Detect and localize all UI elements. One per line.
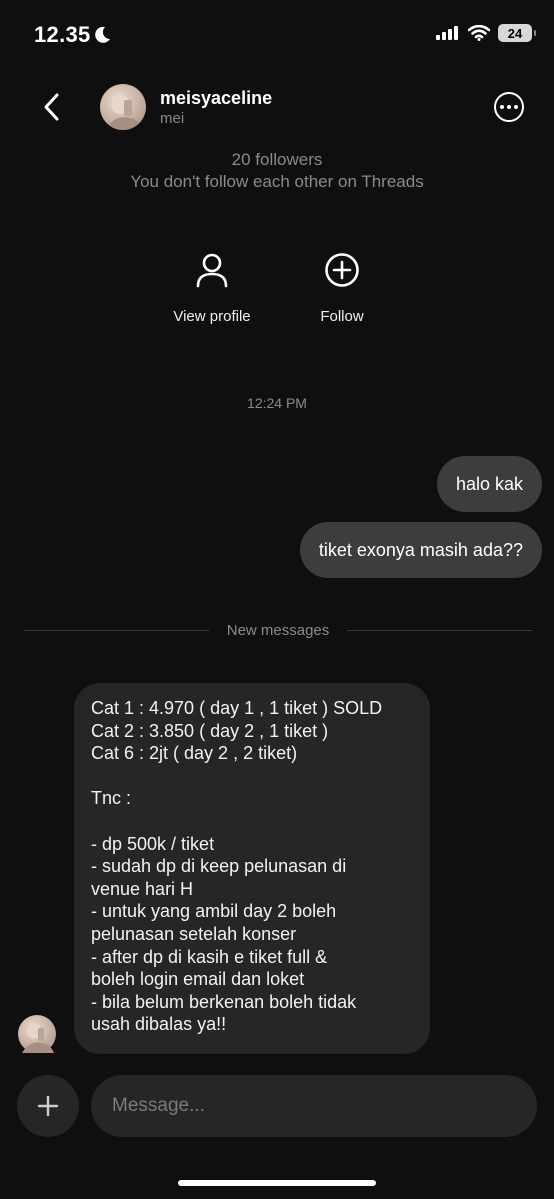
outgoing-message[interactable]: tiket exonya masih ada??	[299, 522, 542, 578]
message-line: usah dibalas ya!!	[91, 1014, 227, 1035]
plus-circle-icon	[325, 253, 359, 287]
message-composer[interactable]	[91, 1075, 537, 1137]
contact-username[interactable]: meisyaceline	[160, 88, 272, 109]
person-icon	[196, 253, 228, 288]
follower-count: 20 followers	[231, 150, 323, 169]
message-line	[91, 810, 413, 833]
add-attachment-button[interactable]	[17, 1075, 79, 1137]
outgoing-message[interactable]: halo kak	[436, 456, 542, 512]
message-line: Cat 6 : 2jt ( day 2 , 2 tiket)	[91, 743, 298, 764]
view-profile-label: View profile	[173, 308, 251, 325]
message-line: - dp 500k / tiket	[91, 833, 215, 854]
message-line: Cat 1 : 4.970 ( day 1 , 1 tiket ) SOLD	[91, 698, 383, 718]
wifi-icon	[468, 25, 490, 41]
message-timestamp: 12:24 PM	[247, 395, 307, 411]
contact-display-name: mei	[160, 110, 185, 127]
new-messages-divider: New messages	[24, 622, 533, 639]
status-time: 12.35	[34, 22, 111, 48]
avatar[interactable]	[100, 84, 146, 130]
message-line: boleh login email dan loket	[91, 969, 305, 990]
sender-avatar[interactable]	[18, 1015, 56, 1053]
cellular-signal-icon	[436, 26, 458, 40]
more-dot-icon	[507, 105, 511, 109]
battery-indicator: 24	[498, 24, 536, 42]
message-line: Cat 2 : 3.850 ( day 2 , 1 tiket )	[91, 720, 329, 741]
message-line: - after dp di kasih e tiket full &	[91, 946, 328, 967]
message-line: - untuk yang ambil day 2 boleh	[91, 901, 337, 922]
more-dot-icon	[500, 105, 504, 109]
divider-line	[347, 630, 533, 631]
plus-icon	[37, 1095, 59, 1117]
more-options-button[interactable]	[494, 92, 524, 122]
moon-icon	[94, 26, 110, 43]
message-line: pelunasan setelah konser	[91, 923, 297, 944]
clock-text: 12.35	[34, 22, 91, 47]
message-line: - bila belum berkenan boleh tidak	[91, 991, 357, 1012]
divider-line	[24, 630, 209, 631]
view-profile-button[interactable]: View profile	[152, 250, 272, 325]
message-line: venue hari H	[91, 878, 194, 899]
home-indicator[interactable]	[178, 1180, 376, 1186]
new-messages-label: New messages	[226, 622, 330, 639]
message-line: Tnc :	[91, 788, 132, 809]
incoming-message[interactable]: Cat 1 : 4.970 ( day 1 , 1 tiket ) SOLD C…	[74, 683, 430, 1054]
message-line: - sudah dp di keep pelunasan di	[91, 856, 347, 877]
follow-button[interactable]: Follow	[282, 250, 402, 325]
message-line	[91, 765, 413, 788]
back-button[interactable]	[36, 90, 66, 124]
message-input[interactable]	[110, 1094, 537, 1118]
mutual-status: You don't follow each other on Threads	[130, 172, 424, 191]
more-dot-icon	[514, 105, 518, 109]
follow-label: Follow	[320, 308, 364, 325]
chevron-left-icon	[44, 93, 59, 121]
status-indicators: 24	[436, 24, 536, 42]
